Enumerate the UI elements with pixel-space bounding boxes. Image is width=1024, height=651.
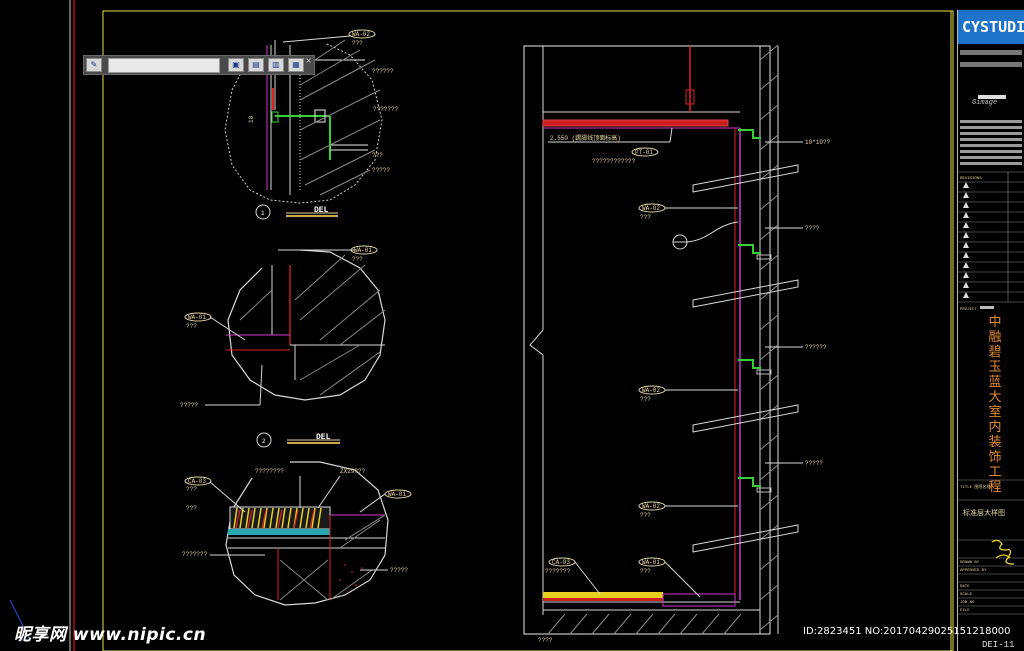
detail1-number: 1 — [261, 210, 265, 217]
svg-text:????: ???? — [805, 225, 820, 232]
svg-text:?????: ????? — [372, 167, 390, 174]
title-label: TITLE 图纸名称 — [960, 483, 990, 490]
svg-text:???: ??? — [186, 505, 197, 512]
file-label: FILE — [960, 609, 970, 613]
svg-text:???????: ??????? — [545, 568, 571, 575]
signature — [991, 539, 1015, 565]
layer-toolbar: ✎ ▣ ▤ ▥ ▦ × — [83, 55, 315, 75]
detail2-del-label: DEL — [316, 433, 331, 442]
detail1-tag: WA-02 — [352, 31, 370, 38]
detail3-tag-b: WA-01 — [388, 491, 406, 498]
layer-input[interactable] — [108, 57, 220, 73]
elevation-section-note: 2.550 (踢脚线顶面标高) — [550, 134, 621, 142]
brand-header: CYSTUDIO — [958, 10, 1024, 44]
elevation-dim-note: 10*10?? — [805, 139, 831, 146]
image-id: ID:2823451 NO:20170429025151218000 — [803, 626, 1011, 637]
detail1-del-label: DEL — [314, 206, 329, 215]
detail2-number: 2 — [262, 438, 266, 445]
drawn-by-label: DRAWN BY — [960, 561, 980, 565]
svg-text:?????: ????? — [390, 567, 408, 574]
sheet-title: 标准层大样图 — [963, 509, 1005, 517]
svg-text:???: ??? — [640, 396, 651, 403]
close-icon[interactable]: × — [305, 56, 312, 65]
approved-by-label: APPROVED BY — [960, 569, 987, 573]
elevation-tag-4: CA-03 — [552, 559, 570, 566]
layer-b-icon[interactable]: ▤ — [248, 58, 264, 72]
svg-text:????????: ???????? — [255, 468, 284, 475]
project-label: PROJECT — [960, 308, 977, 312]
elevation-tag-1: WA-02 — [642, 205, 660, 212]
svg-text:???: ??? — [640, 214, 651, 221]
svg-text:???????: ??????? — [373, 106, 399, 113]
svg-text:?????: ????? — [805, 460, 823, 467]
edit-icon[interactable]: ✎ — [86, 58, 102, 72]
detail3-tag-a: CA-03 — [188, 478, 206, 485]
svg-text:??????: ?????? — [372, 68, 394, 75]
detail-2: WA-01 ??? WA-01 ??? ????? 2 DEL — [180, 245, 386, 448]
elevation-tag-5: WA-01 — [642, 559, 660, 566]
svg-text:???: ??? — [186, 486, 197, 493]
layer-a-icon[interactable]: ▣ — [228, 58, 244, 72]
svg-text:????: ???? — [538, 637, 553, 644]
main-elevation: 2.550 (踢脚线顶面标高) PT-01 ???????????? WA-02… — [523, 44, 831, 644]
detail2-tag-b: WA-01 — [188, 314, 206, 321]
svg-text:??????: ?????? — [805, 344, 827, 351]
brackets — [738, 129, 772, 493]
detail3-note: ZX29??? — [340, 468, 366, 475]
detail2-tag-a: WA-01 — [354, 247, 372, 254]
svg-text:????????????: ???????????? — [592, 158, 636, 165]
elevation-tag-pt: PT-01 — [635, 149, 653, 156]
elevation-tag-3: WA-02 — [642, 503, 660, 510]
company-logo: Gimage — [972, 99, 997, 107]
svg-text:???: ??? — [640, 512, 651, 519]
svg-text:???: ??? — [186, 323, 197, 330]
detail-3: CA-03 ??? ??? ???????? ZX29??? WA-01 ???… — [182, 461, 412, 606]
scale-label: SCALE — [960, 593, 973, 597]
project-title: 中融碧玉蓝大室内装饰工程 — [988, 315, 1002, 495]
job-no-label: JOB NO — [960, 601, 975, 605]
svg-text:???????: ??????? — [182, 551, 208, 558]
date-label: DATE — [960, 585, 970, 589]
svg-text:???: ??? — [352, 256, 363, 263]
watermark: 昵享网 www.nipic.cn — [14, 625, 207, 645]
cad-drawing: 1 DEL WA-02 ??? ?????? ??????? ??? ?????… — [9, 0, 954, 651]
sheet-number: DEI-11 — [982, 640, 1015, 650]
svg-text:???: ??? — [352, 40, 363, 47]
svg-text:???: ??? — [372, 152, 383, 159]
elevation-tag-2: WA-02 — [642, 387, 660, 394]
svg-text:?????: ????? — [180, 402, 198, 409]
layer-c-icon[interactable]: ▥ — [268, 58, 284, 72]
cad-viewport[interactable]: 1 DEL WA-02 ??? ?????? ??????? ??? ?????… — [0, 0, 1024, 651]
svg-text:???: ??? — [640, 568, 651, 575]
revisions-label: REVISIONS — [960, 177, 982, 181]
layer-d-icon[interactable]: ▦ — [288, 58, 304, 72]
svg-text:10: 10 — [248, 115, 255, 123]
